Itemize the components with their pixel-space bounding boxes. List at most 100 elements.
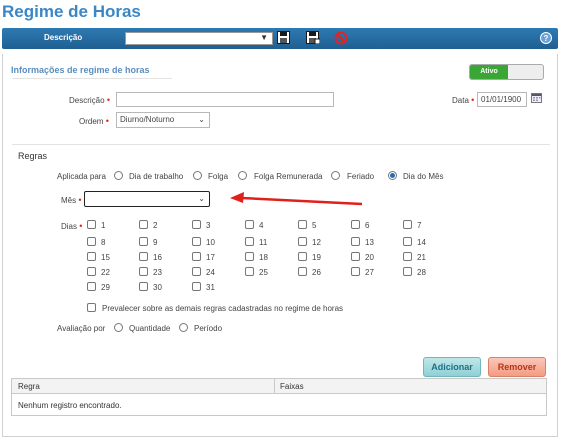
day-label: 7	[417, 221, 422, 230]
day-checkbox[interactable]	[403, 237, 412, 246]
radio-feriado[interactable]	[331, 171, 340, 180]
day-checkbox[interactable]	[192, 220, 201, 229]
day-checkbox[interactable]	[87, 220, 96, 229]
day-checkbox[interactable]	[139, 267, 148, 276]
day-checkbox[interactable]	[351, 252, 360, 261]
radio-label: Período	[194, 324, 223, 333]
help-icon[interactable]: ?	[540, 32, 552, 44]
divider	[12, 144, 550, 145]
day-checkbox[interactable]	[139, 220, 148, 229]
day-label: 16	[153, 253, 162, 262]
radio-label: Dia de trabalho	[129, 172, 184, 181]
day-checkbox[interactable]	[351, 267, 360, 276]
day-label: 8	[101, 238, 106, 247]
save-icon[interactable]	[277, 31, 291, 45]
radio-dia-do-mes[interactable]	[388, 171, 397, 180]
mes-label: Mês •	[61, 195, 82, 205]
day-checkbox[interactable]	[192, 237, 201, 246]
day-checkbox[interactable]	[298, 220, 307, 229]
radio-folga-remunerada[interactable]	[238, 171, 247, 180]
section-title-info: Informações de regime de horas	[11, 65, 150, 75]
day-checkbox[interactable]	[403, 220, 412, 229]
day-checkbox[interactable]	[139, 282, 148, 291]
radio-label: Folga Remunerada	[254, 172, 323, 181]
day-label: 1	[101, 221, 106, 230]
day-checkbox[interactable]	[87, 237, 96, 246]
regras-title: Regras	[18, 151, 48, 161]
column-header-faixas[interactable]: Faixas	[280, 382, 304, 391]
adicionar-button[interactable]: Adicionar	[423, 357, 481, 377]
page-title: Regime de Horas	[2, 2, 141, 21]
day-label: 24	[206, 268, 215, 277]
day-checkbox[interactable]	[87, 267, 96, 276]
status-toggle[interactable]: Ativo	[469, 64, 544, 80]
chevron-down-icon: ▼	[260, 33, 268, 42]
day-checkbox[interactable]	[87, 252, 96, 261]
day-label: 31	[206, 283, 215, 292]
column-header-regra[interactable]: Regra	[18, 382, 40, 391]
day-checkbox[interactable]	[245, 220, 254, 229]
day-label: 28	[417, 268, 426, 277]
ordem-select[interactable]: Diurno/Noturno ⌄	[116, 112, 210, 128]
remover-button[interactable]: Remover	[488, 357, 546, 377]
ordem-value: Diurno/Noturno	[120, 115, 175, 124]
aplicada-label: Aplicada para	[57, 172, 106, 181]
descricao-label: Descrição •	[69, 95, 110, 105]
avaliacao-label: Avaliação por	[57, 324, 106, 333]
day-checkbox[interactable]	[245, 267, 254, 276]
day-checkbox[interactable]	[403, 267, 412, 276]
save-as-icon[interactable]	[306, 31, 320, 45]
day-checkbox[interactable]	[298, 237, 307, 246]
radio-periodo[interactable]	[179, 323, 188, 332]
day-checkbox[interactable]	[298, 267, 307, 276]
day-checkbox[interactable]	[139, 252, 148, 261]
status-toggle-label: Ativo	[470, 65, 508, 79]
radio-quantidade[interactable]	[114, 323, 123, 332]
day-label: 26	[312, 268, 321, 277]
data-input[interactable]: 01/01/1900	[477, 92, 527, 107]
day-checkbox[interactable]	[139, 237, 148, 246]
divider	[12, 78, 172, 79]
radio-label: Feriado	[347, 172, 375, 181]
mes-select[interactable]: ⌄	[84, 191, 210, 207]
day-checkbox[interactable]	[245, 237, 254, 246]
prevalecer-label: Prevalecer sobre as demais regras cadast…	[102, 304, 344, 313]
day-label: 12	[312, 238, 321, 247]
calendar-icon[interactable]	[531, 93, 542, 103]
day-label: 25	[259, 268, 268, 277]
radio-label: Folga	[208, 172, 229, 181]
day-checkbox[interactable]	[403, 252, 412, 261]
ordem-label: Ordem •	[79, 116, 109, 126]
day-checkbox[interactable]	[192, 282, 201, 291]
descricao-input[interactable]	[116, 92, 334, 107]
day-label: 6	[365, 221, 370, 230]
day-checkbox[interactable]	[245, 252, 254, 261]
cancel-icon[interactable]	[334, 31, 348, 45]
day-label: 2	[153, 221, 158, 230]
divider	[274, 379, 275, 394]
day-label: 13	[365, 238, 374, 247]
day-label: 14	[417, 238, 426, 247]
day-label: 11	[259, 238, 268, 247]
rules-table: Regra Faixas Nenhum registro encontrado.	[11, 378, 547, 416]
radio-dia-de-trabalho[interactable]	[114, 171, 123, 180]
day-checkbox[interactable]	[351, 237, 360, 246]
day-checkbox[interactable]	[351, 220, 360, 229]
day-label: 21	[417, 253, 426, 262]
chevron-down-icon: ⌄	[198, 115, 205, 124]
day-checkbox[interactable]	[192, 252, 201, 261]
radio-label: Dia do Mês	[403, 172, 444, 181]
toolbar-descricao-select[interactable]: ▼	[125, 32, 273, 45]
table-header: Regra Faixas	[12, 379, 546, 394]
day-checkbox[interactable]	[298, 252, 307, 261]
day-checkbox[interactable]	[192, 267, 201, 276]
day-label: 29	[101, 283, 110, 292]
prevalecer-checkbox[interactable]	[87, 303, 96, 312]
day-label: 30	[153, 283, 162, 292]
day-label: 10	[206, 238, 215, 247]
radio-folga[interactable]	[193, 171, 202, 180]
day-checkbox[interactable]	[87, 282, 96, 291]
day-label: 9	[153, 238, 158, 247]
red-arrow-annotation	[230, 192, 363, 206]
day-label: 5	[312, 221, 317, 230]
